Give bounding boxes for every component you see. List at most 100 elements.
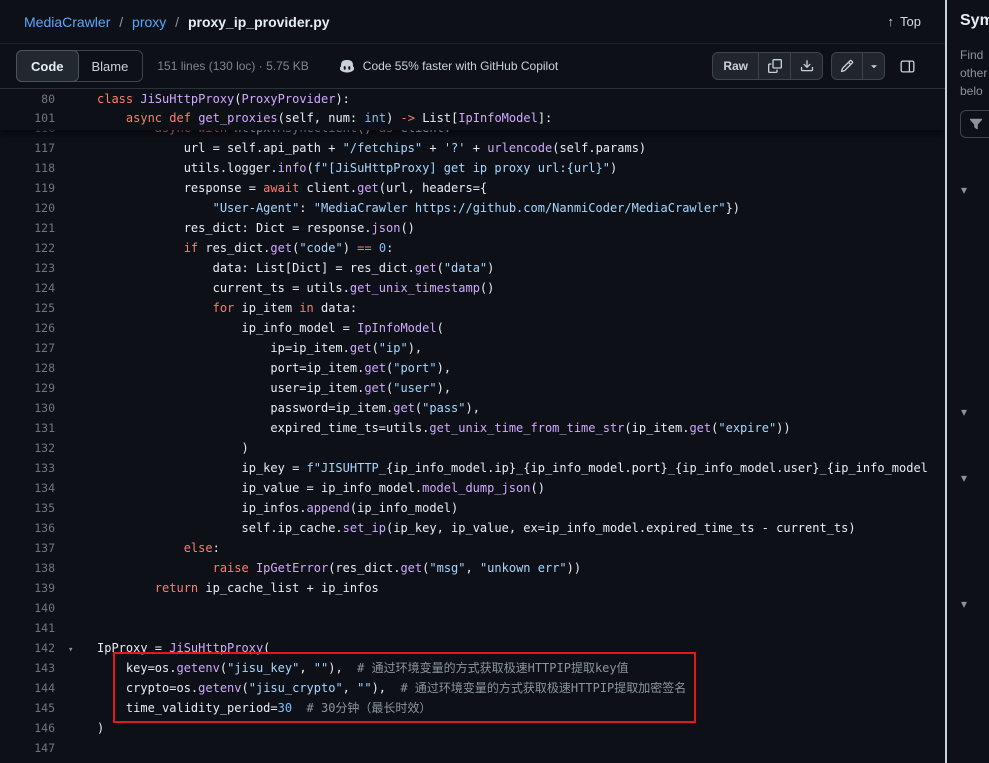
gutter [55,298,97,318]
code-text: ip_key = f"JISUHTTP_{ip_info_model.ip}_{… [97,458,945,478]
line-number[interactable]: 136 [0,518,55,538]
code-text: class JiSuHttpProxy(ProxyProvider): [97,90,945,109]
gutter [55,109,97,128]
chevron-down-icon[interactable]: ▾ [961,598,967,610]
code-text: port=ip_item.get("port"), [97,358,945,378]
copy-button[interactable] [759,52,791,80]
gutter [55,398,97,418]
code-line: 133 ip_key = f"JISUHTTP_{ip_info_model.i… [0,458,945,478]
gutter [55,418,97,438]
code-text: crypto=os.getenv("jisu_crypto", ""), # 通… [97,678,945,698]
line-number[interactable]: 128 [0,358,55,378]
chevron-down-icon[interactable]: ▾ [961,472,967,484]
breadcrumb: MediaCrawler / proxy / proxy_ip_provider… [24,14,330,30]
gutter [55,158,97,178]
edit-dropdown-button[interactable] [863,52,885,80]
line-number[interactable]: 147 [0,738,55,758]
line-number[interactable]: 130 [0,398,55,418]
code-lines: 116 async with httpx.AsyncClient() as cl… [0,89,945,758]
gutter [55,738,97,758]
line-number[interactable]: 139 [0,578,55,598]
description-line: belo [960,82,989,100]
line-number[interactable]: 118 [0,158,55,178]
gutter [55,278,97,298]
gutter [55,318,97,338]
line-number[interactable]: 146 [0,718,55,738]
code-line: 145 time_validity_period=30 # 30分钟（最长时效） [0,698,945,718]
code-text [97,738,945,758]
line-number[interactable]: 134 [0,478,55,498]
copilot-banner[interactable]: Code 55% faster with GitHub Copilot [339,58,558,74]
chevron-down-icon[interactable]: ▾ [961,406,967,418]
funnel-icon [969,117,983,131]
breadcrumb-file-name: proxy_ip_provider.py [188,14,330,30]
toolbar-actions: Raw [712,52,921,80]
line-number[interactable]: 117 [0,138,55,158]
gutter [55,698,97,718]
code-text: async def get_proxies(self, num: int) ->… [97,109,945,128]
line-number[interactable]: 121 [0,218,55,238]
collapse-chevron-icon[interactable]: ▾ [68,645,73,655]
line-number[interactable]: 133 [0,458,55,478]
code-text: self.ip_cache.set_ip(ip_key, ip_value, e… [97,518,945,538]
description-line: Find [960,46,989,64]
line-number[interactable]: 143 [0,658,55,678]
raw-copy-download-group: Raw [712,52,823,80]
code-line: 144 crypto=os.getenv("jisu_crypto", ""),… [0,678,945,698]
edit-button[interactable] [831,52,863,80]
gutter [55,498,97,518]
download-button[interactable] [791,52,823,80]
code-text: raise IpGetError(res_dict.get("msg", "un… [97,558,945,578]
line-number[interactable]: 127 [0,338,55,358]
line-number[interactable]: 137 [0,538,55,558]
gutter [55,598,97,618]
gutter [55,438,97,458]
breadcrumb-repo-link[interactable]: MediaCrawler [24,14,110,30]
line-number[interactable]: 101 [0,109,55,128]
code-text: utils.logger.info(f"[JiSuHttpProxy] get … [97,158,945,178]
code-area: 116 async with httpx.AsyncClient() as cl… [0,89,945,762]
download-icon [800,59,814,73]
line-number[interactable]: 142 [0,638,55,658]
line-number[interactable]: 126 [0,318,55,338]
breadcrumb-folder-link[interactable]: proxy [132,14,166,30]
symbols-filter-input[interactable] [960,110,989,138]
tab-code[interactable]: Code [16,50,79,82]
breadcrumb-separator: / [119,14,123,30]
code-text: ip_info_model = IpInfoModel( [97,318,945,338]
edit-button-group [831,52,885,80]
line-number[interactable]: 119 [0,178,55,198]
raw-button[interactable]: Raw [712,52,759,80]
line-number[interactable]: 141 [0,618,55,638]
line-number[interactable]: 120 [0,198,55,218]
tab-blame[interactable]: Blame [78,51,143,81]
line-number[interactable]: 140 [0,598,55,618]
code-blame-switcher: Code Blame [16,50,143,82]
line-number[interactable]: 138 [0,558,55,578]
line-number[interactable]: 124 [0,278,55,298]
line-number[interactable]: 144 [0,678,55,698]
top-button-label: Top [900,14,921,29]
gutter [55,518,97,538]
line-number[interactable]: 80 [0,90,55,109]
line-number[interactable]: 145 [0,698,55,718]
file-toolbar: Code Blame 151 lines (130 loc) · 5.75 KB… [0,44,945,89]
symbols-panel-toggle-button[interactable] [893,52,921,80]
line-number[interactable]: 135 [0,498,55,518]
code-line: 142 ▾ IpProxy = JiSuHttpProxy( [0,638,945,658]
line-number[interactable]: 132 [0,438,55,458]
line-number[interactable]: 122 [0,238,55,258]
gutter [55,678,97,698]
line-number[interactable]: 131 [0,418,55,438]
code-line: 140 [0,598,945,618]
line-number[interactable]: 125 [0,298,55,318]
chevron-down-icon[interactable]: ▾ [961,184,967,196]
code-text: ip=ip_item.get("ip"), [97,338,945,358]
gutter [55,718,97,738]
code-text: IpProxy = JiSuHttpProxy( [97,638,945,658]
scroll-to-top-button[interactable]: ↑ Top [888,14,921,29]
code-text: if res_dict.get("code") == 0: [97,238,945,258]
code-line: 101 async def get_proxies(self, num: int… [0,109,945,128]
line-number[interactable]: 129 [0,378,55,398]
line-number[interactable]: 123 [0,258,55,278]
